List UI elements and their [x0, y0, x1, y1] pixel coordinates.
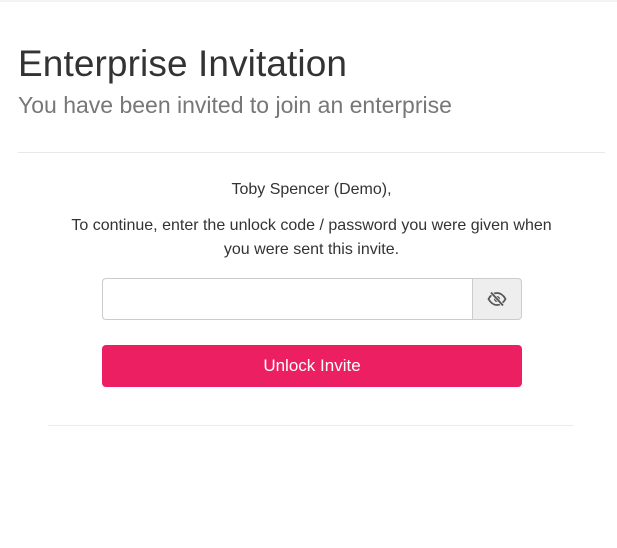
- eye-slash-icon: [487, 291, 507, 307]
- page: Enterprise Invitation You have been invi…: [0, 0, 617, 548]
- unlock-invite-button[interactable]: Unlock Invite: [102, 345, 522, 387]
- password-input-group: [102, 278, 522, 320]
- header-divider: [18, 152, 605, 153]
- greeting-text: Toby Spencer (Demo),: [231, 181, 392, 198]
- page-title: Enterprise Invitation: [18, 43, 348, 84]
- page-subtitle: You have been invited to join an enterpr…: [18, 92, 452, 118]
- invite-content: Toby Spencer (Demo), To continue, enter …: [18, 178, 605, 262]
- header: Enterprise Invitation You have been invi…: [18, 40, 608, 120]
- footer-divider: [48, 425, 574, 426]
- instructions-text: To continue, enter the unlock code / pas…: [71, 217, 552, 258]
- top-strip: [0, 0, 617, 2]
- toggle-password-visibility-button[interactable]: [472, 278, 522, 320]
- unlock-code-input[interactable]: [102, 278, 472, 320]
